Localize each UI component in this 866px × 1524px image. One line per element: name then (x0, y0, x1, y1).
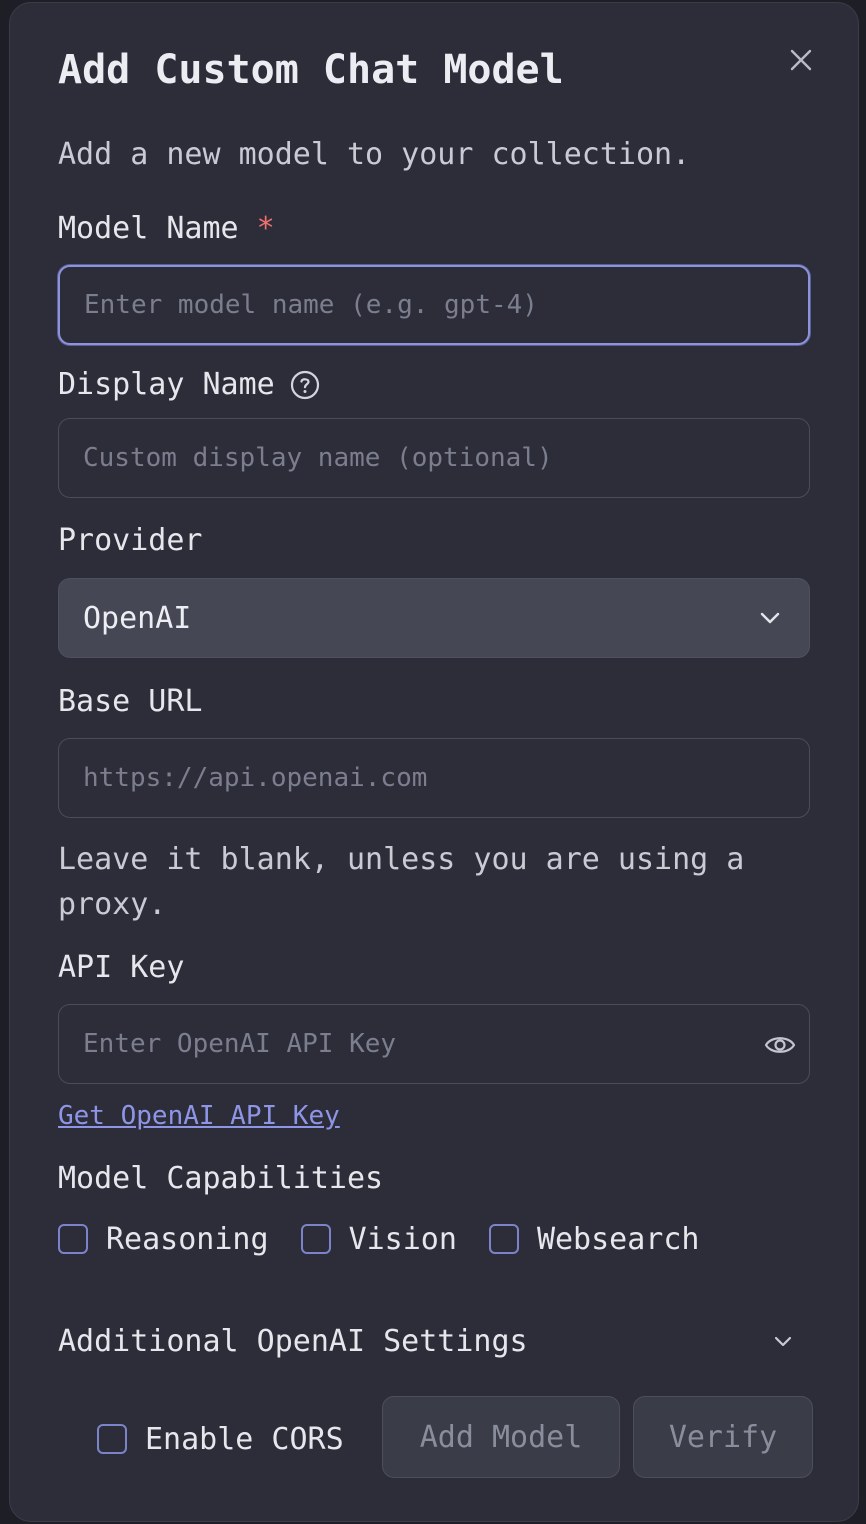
capability-label: Vision (348, 1221, 457, 1257)
base-url-input[interactable] (58, 738, 810, 818)
model-name-input[interactable] (58, 265, 810, 345)
base-url-label: Base URL (58, 684, 203, 719)
provider-select[interactable]: OpenAI (58, 578, 810, 658)
capability-vision[interactable]: Vision (300, 1221, 457, 1257)
enable-cors-label: Enable CORS (145, 1421, 344, 1457)
reasoning-checkbox[interactable] (58, 1224, 88, 1254)
vision-checkbox[interactable] (300, 1224, 331, 1254)
additional-settings-label: Additional OpenAI Settings (58, 1323, 528, 1359)
dialog-title: Add Custom Chat Model (58, 47, 564, 93)
websearch-checkbox[interactable] (488, 1224, 519, 1254)
required-marker: * (256, 211, 275, 246)
capabilities-group: Reasoning Vision Websearch (58, 1219, 700, 1259)
enable-cors-option[interactable]: Enable CORS (97, 1417, 344, 1461)
add-model-button[interactable]: Add Model (382, 1396, 620, 1478)
help-icon[interactable] (289, 369, 321, 401)
verify-button[interactable]: Verify (633, 1396, 813, 1478)
toggle-visibility-button[interactable] (764, 1031, 796, 1059)
close-icon (790, 49, 812, 71)
enable-cors-checkbox[interactable] (97, 1424, 127, 1454)
capabilities-label: Model Capabilities (58, 1161, 384, 1196)
display-name-input[interactable] (58, 418, 810, 498)
capability-label: Websearch (536, 1221, 700, 1257)
close-button[interactable] (784, 43, 818, 77)
model-name-label: Model Name * (58, 211, 275, 246)
eye-icon (764, 1037, 796, 1053)
get-api-key-link[interactable]: Get OpenAI API Key (58, 1101, 340, 1131)
display-name-label-text: Display Name (58, 367, 275, 402)
display-name-label: Display Name (58, 367, 321, 402)
provider-label: Provider (58, 523, 203, 558)
chevron-down-icon (774, 1336, 792, 1347)
add-custom-model-dialog: Add Custom Chat Model Add a new model to… (9, 2, 859, 1522)
capability-reasoning[interactable]: Reasoning (58, 1222, 269, 1257)
capability-websearch[interactable]: Websearch (488, 1221, 700, 1257)
dialog-subtitle: Add a new model to your collection. (58, 137, 691, 172)
model-name-label-text: Model Name (58, 211, 239, 246)
api-key-label: API Key (58, 950, 185, 985)
base-url-hint: Leave it blank, unless you are using a p… (58, 842, 745, 922)
provider-selected-value: OpenAI (83, 600, 192, 636)
chevron-down-icon (760, 612, 780, 624)
capability-label: Reasoning (106, 1221, 269, 1257)
additional-settings-toggle[interactable]: Additional OpenAI Settings (58, 1317, 798, 1365)
api-key-input[interactable] (58, 1004, 810, 1084)
